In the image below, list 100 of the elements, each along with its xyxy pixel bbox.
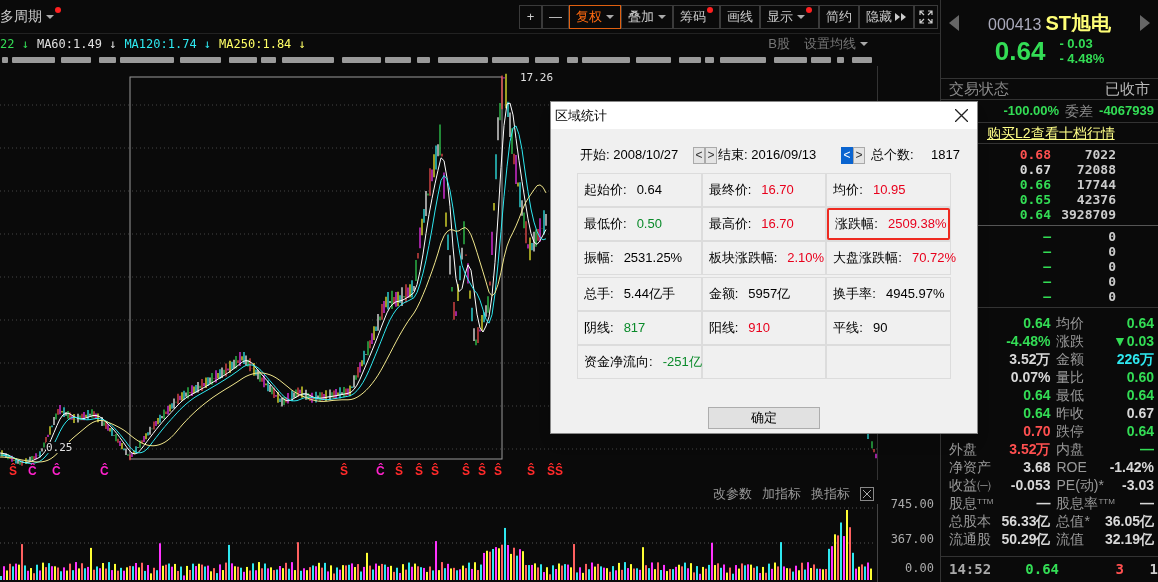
stat-label: 金额	[1056, 350, 1085, 368]
count-label: 总个数:	[871, 146, 915, 165]
fullscreen-button[interactable]	[914, 4, 938, 29]
stat-label: 最低	[1056, 386, 1085, 404]
start-date-label: 开始: 2008/10/27	[580, 146, 680, 165]
toolbar-button[interactable]: 简约	[819, 4, 859, 29]
stat-label: 股息率$^{TTM}$	[1056, 494, 1115, 512]
signal-marker: Ĉ	[376, 465, 385, 477]
stat-label: 量比	[1056, 368, 1085, 386]
close-icon	[863, 489, 871, 498]
order-volume: 7022	[1084, 147, 1116, 162]
toolbar-button[interactable]: +	[519, 4, 542, 29]
indicator-action-link[interactable]: 加指标	[762, 484, 801, 504]
order-price: 0.67	[1019, 162, 1051, 177]
end-date-label: 结束: 2016/09/13	[717, 146, 818, 165]
stat-label: 涨跌	[1056, 332, 1085, 350]
stat-label: 流值	[1056, 530, 1085, 548]
signal-marker: Ŝ	[431, 465, 439, 477]
nav-button[interactable]: >	[853, 146, 865, 164]
chart-option-button[interactable]: B股	[768, 34, 790, 54]
diff-label: 委差	[1065, 101, 1094, 121]
stat-label: 最高价:	[708, 215, 752, 234]
close-button[interactable]	[860, 486, 874, 501]
stat-label: ROE	[1056, 458, 1087, 476]
stat-label: 总股本	[949, 512, 991, 530]
l2-quote-link[interactable]: 购买L2查看十档行情	[987, 122, 1115, 144]
stat-value: 16.70	[761, 181, 794, 200]
order-volume: 0	[1108, 244, 1116, 259]
indicator-action-link[interactable]: 换指标	[811, 484, 850, 504]
toolbar-button[interactable]: 筹码	[673, 4, 720, 29]
tick-price: 0.64	[1025, 560, 1059, 579]
ma-legend-item: MA120:1.74 ↓	[124, 36, 212, 53]
order-price: —	[1043, 274, 1051, 289]
stat-value: 5.44亿手	[623, 285, 675, 304]
close-icon	[954, 109, 968, 122]
stat-value: —	[1140, 440, 1154, 458]
order-price: 0.64	[1019, 207, 1051, 222]
toolbar-button[interactable]: 叠加	[621, 4, 673, 29]
next-arrow-icon[interactable]	[1140, 15, 1150, 31]
stat-label: PE(动)*	[1056, 476, 1104, 494]
order-price: —	[1043, 259, 1051, 274]
stat-label: 平线:	[833, 319, 863, 338]
order-volume: 0	[1108, 259, 1116, 274]
order-price: —	[1043, 289, 1051, 304]
stat-value: 0.70	[1023, 422, 1051, 440]
stat-value: ▼0.03	[1112, 332, 1154, 350]
indicator-action-link[interactable]: 改参数	[713, 484, 752, 504]
stat-value: -0.053	[1010, 476, 1051, 494]
signal-marker: Ŝ	[9, 465, 17, 477]
tick-volume: 3	[1115, 560, 1124, 579]
fullscreen-icon	[919, 9, 933, 24]
order-price: —	[1043, 229, 1051, 244]
nav-button[interactable]: >	[705, 146, 717, 164]
stat-value: 5957亿	[748, 285, 791, 304]
signal-marker: Ĉ	[100, 465, 109, 477]
ma-legend-item: MA60:1.49 ↓	[36, 36, 117, 53]
period-selector[interactable]: 多周期	[0, 5, 63, 28]
axis-label: 745.00	[890, 498, 934, 510]
toolbar-button[interactable]: 隐藏	[859, 4, 914, 29]
status-label: 交易状态	[949, 78, 1009, 99]
stat-label: 大盘涨跌幅:	[833, 249, 902, 268]
stock-name: ST旭电	[1045, 12, 1111, 34]
order-volume: 0	[1108, 289, 1116, 304]
chart-option-button[interactable]: 设置均线	[804, 34, 868, 54]
order-volume: 0	[1108, 274, 1116, 289]
stat-value: 4945.97%	[885, 285, 945, 304]
stat-label: 涨跌幅:	[835, 215, 878, 234]
toolbar-button[interactable]: 显示	[760, 4, 819, 29]
previous-arrow-icon[interactable]	[949, 15, 959, 31]
close-button[interactable]	[953, 107, 969, 124]
count-value: 1817	[931, 146, 960, 165]
nav-button[interactable]: <	[841, 146, 853, 164]
double-arrow-icon	[895, 12, 907, 21]
stat-value: —	[1140, 494, 1154, 512]
nav-button[interactable]: <	[693, 146, 705, 164]
signal-marker: Ŝ	[395, 465, 403, 477]
stat-value: 0.64	[1023, 386, 1051, 404]
stat-label: 金额:	[708, 285, 739, 304]
stat-label: 最低价:	[584, 215, 627, 234]
dropdown-caret-icon	[658, 13, 666, 20]
stat-value: 2.10%	[787, 249, 825, 268]
stat-value: 0.60	[1126, 368, 1154, 386]
stat-label: 内盘	[1056, 440, 1085, 458]
signal-marker: Ŝ	[494, 465, 502, 477]
stat-value: -4.48%	[1006, 332, 1051, 350]
toolbar-button[interactable]: 画线	[720, 4, 760, 29]
stat-value: 817	[623, 319, 646, 338]
toolbar-button[interactable]: 复权	[569, 4, 621, 29]
stat-label: 阳线:	[708, 319, 739, 338]
stat-value: 226万	[1116, 350, 1154, 368]
ma-legend-item: 22 ↓	[0, 36, 29, 53]
stat-label: 流通股	[949, 530, 991, 548]
order-price: —	[1043, 244, 1051, 259]
stat-value: 10.95	[872, 181, 906, 200]
ok-button[interactable]: 确定	[708, 407, 820, 429]
toolbar-button[interactable]: —	[542, 4, 569, 29]
stat-label: 跌停	[1056, 422, 1085, 440]
stat-value: 36.05亿	[1104, 512, 1154, 530]
stat-label: 资金净流向:	[584, 353, 653, 372]
stat-value: 2509.38%	[887, 215, 947, 234]
